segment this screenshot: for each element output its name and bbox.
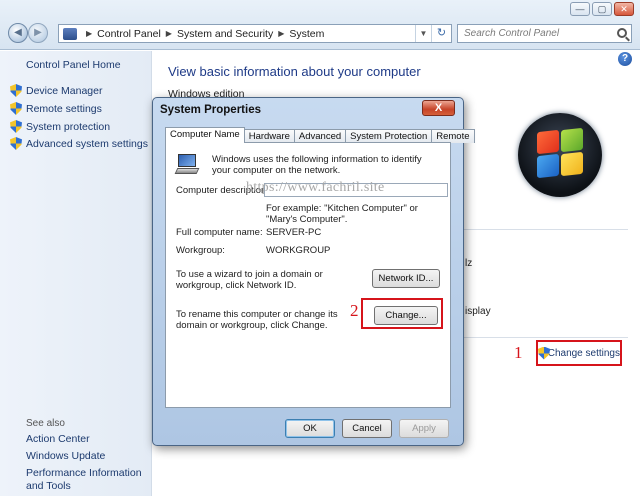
tab-remote[interactable]: Remote xyxy=(431,129,475,143)
left-nav-panel: Control Panel Home Device Manager Remote… xyxy=(0,51,152,496)
rename-text: To rename this computer or change its do… xyxy=(176,309,338,331)
refresh-button[interactable]: ↻ xyxy=(431,25,451,42)
workgroup-value: WORKGROUP xyxy=(266,245,331,256)
help-icon[interactable]: ? xyxy=(618,52,632,66)
sidebar-item-remote-settings[interactable]: Remote settings xyxy=(10,102,102,115)
dialog-title: System Properties xyxy=(160,104,261,116)
chevron-right-icon: ▶ xyxy=(86,29,93,38)
example-text: For example: "Kitchen Computer" or "Mary… xyxy=(266,203,418,225)
uac-shield-icon xyxy=(10,120,22,133)
dialog-tabs: Computer Name Hardware Advanced System P… xyxy=(165,127,475,143)
close-window-button[interactable]: ✕ xyxy=(614,2,634,16)
sidebar-item-label: Device Manager xyxy=(26,84,103,97)
address-bar[interactable]: ▶ Control Panel ▶ System and Security ▶ … xyxy=(58,24,452,43)
minimize-button[interactable]: — xyxy=(570,2,590,16)
partial-text-display: isplay xyxy=(465,306,491,317)
computer-icon xyxy=(174,154,200,176)
search-icon[interactable] xyxy=(617,28,627,38)
annotation-number-2: 2 xyxy=(350,301,359,320)
search-input[interactable] xyxy=(464,28,614,39)
network-id-button[interactable]: Network ID... xyxy=(372,269,440,288)
sidebar-item-system-protection[interactable]: System protection xyxy=(10,120,110,133)
tab-computer-name[interactable]: Computer Name xyxy=(165,127,245,143)
search-box[interactable] xyxy=(457,24,632,43)
maximize-button[interactable]: ▢ xyxy=(592,2,612,16)
ok-button[interactable]: OK xyxy=(285,419,335,438)
change-settings-link[interactable]: Change settings xyxy=(536,340,622,366)
description-label: Computer description: xyxy=(176,185,269,196)
breadcrumb-system-security[interactable]: System and Security xyxy=(177,28,273,40)
computer-description-input[interactable] xyxy=(265,184,447,196)
cancel-button[interactable]: Cancel xyxy=(342,419,392,438)
sidebar-item-label: System protection xyxy=(26,120,111,133)
chevron-right-icon: ▶ xyxy=(165,29,172,38)
wizard-text: To use a wizard to join a domain or work… xyxy=(176,269,323,291)
address-dropdown-button[interactable]: ▼ xyxy=(415,25,431,42)
sidebar-item-label: Advanced system settings xyxy=(26,137,148,150)
breadcrumb-control-panel[interactable]: Control Panel xyxy=(97,28,161,40)
change-settings-label: Change settings xyxy=(547,347,620,359)
partial-text-z: lz xyxy=(465,258,473,269)
window-header: — ▢ ✕ ◀ ▶ ▶ Control Panel ▶ System and S… xyxy=(0,0,640,50)
annotation-number-1: 1 xyxy=(514,343,523,362)
sidebar-item-label: Remote settings xyxy=(26,102,102,115)
dialog-close-button[interactable]: X xyxy=(422,100,455,116)
windows-logo xyxy=(518,113,602,197)
breadcrumb-system[interactable]: System xyxy=(289,28,324,40)
workgroup-label: Workgroup: xyxy=(176,245,225,256)
tab-system-protection[interactable]: System Protection xyxy=(345,129,433,143)
full-name-label: Full computer name: xyxy=(176,227,263,238)
intro-text: Windows uses the following information t… xyxy=(212,154,422,176)
back-button[interactable]: ◀ xyxy=(8,23,28,43)
change-highlight-frame xyxy=(361,298,443,329)
see-also-heading: See also xyxy=(26,418,65,429)
apply-button[interactable]: Apply xyxy=(399,419,449,438)
full-name-value: SERVER-PC xyxy=(266,227,322,238)
windows-update-link[interactable]: Windows Update xyxy=(26,450,146,463)
performance-info-link[interactable]: Performance Information and Tools xyxy=(26,467,146,493)
window-controls: — ▢ ✕ xyxy=(570,2,634,16)
sidebar-item-advanced-settings[interactable]: Advanced system settings xyxy=(10,137,148,150)
action-center-link[interactable]: Action Center xyxy=(26,433,146,446)
uac-shield-icon xyxy=(10,84,22,97)
uac-shield-icon xyxy=(10,137,22,150)
tab-advanced[interactable]: Advanced xyxy=(293,129,347,143)
chevron-right-icon: ▶ xyxy=(278,29,285,38)
forward-button[interactable]: ▶ xyxy=(28,23,48,43)
tab-hardware[interactable]: Hardware xyxy=(243,129,295,143)
computer-description-field[interactable] xyxy=(264,183,448,197)
page-title: View basic information about your comput… xyxy=(168,64,421,79)
control-panel-home-link[interactable]: Control Panel Home xyxy=(26,59,121,71)
uac-shield-icon xyxy=(538,347,545,360)
uac-shield-icon xyxy=(10,102,22,115)
system-properties-dialog: System Properties X Computer Name Hardwa… xyxy=(152,97,475,446)
sidebar-item-device-manager[interactable]: Device Manager xyxy=(10,84,102,97)
computer-name-panel: Windows uses the following information t… xyxy=(165,142,451,408)
control-panel-icon xyxy=(63,27,77,40)
